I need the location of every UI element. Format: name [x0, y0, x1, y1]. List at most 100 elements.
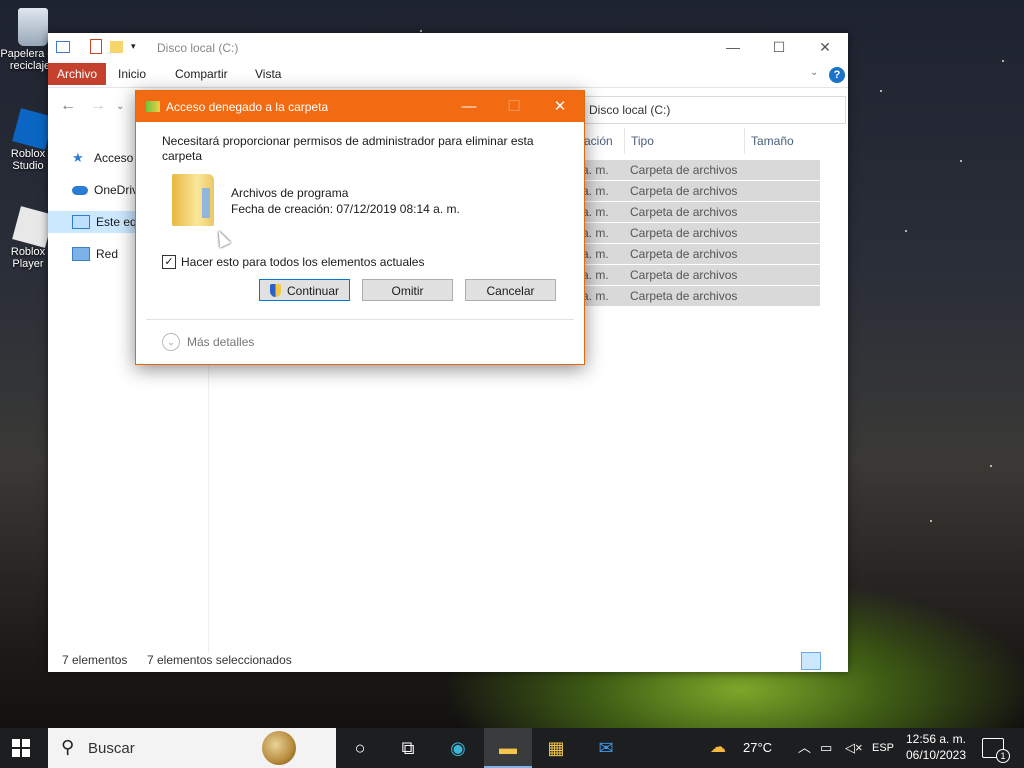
weather-icon[interactable]: ☁ [710, 728, 726, 768]
apply-to-all-row[interactable]: ✓ Hacer esto para todos los elementos ac… [162, 255, 424, 269]
folder-name: Archivos de programa [231, 186, 349, 200]
file-explorer-taskbar-icon[interactable]: ▬ [484, 728, 532, 768]
notification-center-icon[interactable]: 1 [982, 738, 1010, 763]
task-view-icon[interactable]: ⧉ [384, 728, 432, 768]
quick-access-toolbar: ▾ [56, 39, 136, 54]
volume-muted-icon[interactable]: ◁× [845, 728, 863, 768]
minimize-button[interactable]: — [710, 33, 756, 61]
dialog-divider [146, 319, 574, 320]
apply-to-all-checkbox[interactable]: ✓ [162, 255, 176, 269]
program-files-folder-icon [172, 174, 214, 226]
column-size[interactable]: Tamaño [744, 128, 794, 154]
input-language[interactable]: ESP [872, 728, 894, 768]
checklist-icon[interactable] [90, 39, 102, 54]
file-list: a. m. Carpeta de archivos a. m. Carpeta de… [578, 160, 820, 307]
table-row[interactable]: a. m. Carpeta de archivos [578, 202, 820, 222]
status-bar: 7 elementos 7 elementos seleccionados [48, 648, 848, 672]
sidebar-item-label: Red [96, 247, 119, 261]
table-row[interactable]: a. m. Carpeta de archivos [578, 265, 820, 285]
dialog-maximize-button: ☐ [507, 98, 521, 115]
taskbar: ⚲ Buscar ○ ⧉ ◉ ▬ ▦ ✉ ☁ 27°C ︿ ▭ ◁× ESP 1… [0, 728, 1024, 768]
dialog-close-button[interactable]: ✕ [537, 91, 583, 122]
weather-temperature[interactable]: 27°C [743, 728, 772, 768]
tab-vista[interactable]: Vista [246, 63, 290, 85]
edge-icon[interactable]: ◉ [434, 728, 482, 768]
properties-icon[interactable] [56, 40, 70, 53]
window-title: Disco local (C:) [157, 41, 239, 55]
ribbon-expand-icon[interactable]: ⌄ [810, 67, 818, 78]
recycle-bin-icon [18, 8, 48, 46]
network-icon[interactable]: ▭ [820, 728, 832, 768]
cortana-icon[interactable]: ○ [336, 728, 384, 768]
details-view-icon[interactable] [801, 652, 821, 670]
more-details-label: Más detalles [187, 335, 255, 349]
column-type[interactable]: Tipo [624, 128, 654, 154]
cell-type: Carpeta de archivos [630, 163, 738, 177]
search-placeholder: Buscar [88, 740, 135, 757]
cancel-button[interactable]: Cancelar [465, 279, 556, 301]
forward-arrow-icon[interactable]: → [90, 97, 106, 115]
chevron-down-icon: ⌄ [162, 333, 180, 351]
table-row[interactable]: a. m. Carpeta de archivos [578, 181, 820, 201]
tab-archivo[interactable]: Archivo [48, 63, 107, 85]
cell-type: Carpeta de archivos [630, 184, 738, 198]
dialog-title: Acceso denegado a la carpeta [166, 100, 329, 114]
show-hidden-icons-icon[interactable]: ︿ [798, 728, 811, 768]
access-denied-dialog: Acceso denegado a la carpeta — ☐ ✕ Neces… [135, 90, 585, 365]
maximize-button[interactable]: ☐ [756, 33, 802, 61]
address-bar[interactable]: Disco local (C:) [578, 96, 846, 124]
more-details-toggle[interactable]: ⌄ Más detalles [162, 333, 254, 351]
address-text: Disco local (C:) [589, 103, 671, 117]
sidebar-item-onedrive[interactable]: OneDrive [72, 179, 145, 201]
apply-to-all-label: Hacer esto para todos los elementos actu… [181, 255, 425, 269]
microsoft-store-icon[interactable]: ▦ [532, 728, 580, 768]
status-selected-count: 7 elementos seleccionados [147, 653, 292, 667]
table-row[interactable]: a. m. Carpeta de archivos [578, 244, 820, 264]
sidebar-item-network[interactable]: Red [72, 243, 118, 265]
tab-inicio[interactable]: Inicio [109, 63, 155, 85]
cell-date: a. m. [582, 268, 609, 282]
clock-date: 06/10/2023 [905, 748, 967, 762]
computer-icon [72, 215, 90, 229]
back-arrow-icon[interactable]: ← [60, 97, 76, 115]
star-icon: ★ [72, 150, 84, 165]
cell-date: a. m. [582, 226, 609, 240]
clock-time: 12:56 a. m. [905, 732, 967, 746]
help-icon[interactable]: ? [829, 67, 845, 83]
mail-icon[interactable]: ✉ [582, 728, 630, 768]
cell-date: a. m. [582, 289, 609, 303]
cell-type: Carpeta de archivos [630, 247, 738, 261]
cloud-icon [72, 185, 88, 195]
large-icons-view-icon[interactable] [824, 652, 844, 670]
chevron-down-icon[interactable]: ▾ [131, 41, 136, 52]
table-row[interactable]: a. m. Carpeta de archivos [578, 223, 820, 243]
continue-button-label: Continuar [286, 284, 340, 298]
continue-button[interactable]: Continuar [259, 279, 350, 301]
cell-date: a. m. [582, 184, 609, 198]
cell-type: Carpeta de archivos [630, 289, 738, 303]
dialog-minimize-button[interactable]: — [446, 91, 492, 122]
clock[interactable]: 12:56 a. m. 06/10/2023 [896, 731, 976, 763]
close-button[interactable]: ✕ [802, 33, 848, 61]
cell-date: a. m. [582, 247, 609, 261]
notification-count: 1 [996, 749, 1010, 763]
search-highlight-icon [262, 731, 296, 765]
taskbar-search-box[interactable]: ⚲ Buscar [48, 728, 336, 768]
table-row[interactable]: a. m. Carpeta de archivos [578, 160, 820, 180]
status-item-count: 7 elementos [62, 653, 128, 667]
cell-type: Carpeta de archivos [630, 205, 738, 219]
explorer-titlebar: ▾ Disco local (C:) — ☐ ✕ [48, 33, 848, 61]
skip-button[interactable]: Omitir [362, 279, 453, 301]
cell-type: Carpeta de archivos [630, 226, 738, 240]
windows-start-icon[interactable] [12, 739, 30, 757]
table-row[interactable]: a. m. Carpeta de archivos [578, 286, 820, 306]
dialog-titlebar: Acceso denegado a la carpeta — ☐ ✕ [136, 91, 584, 122]
new-folder-icon[interactable] [110, 40, 123, 53]
cell-date: a. m. [582, 163, 609, 177]
cell-date: a. m. [582, 205, 609, 219]
search-icon: ⚲ [61, 737, 75, 757]
recent-chevron-icon[interactable]: ⌄ [116, 101, 124, 112]
folder-icon [146, 101, 160, 112]
tab-compartir[interactable]: Compartir [166, 63, 237, 85]
cell-type: Carpeta de archivos [630, 268, 738, 282]
